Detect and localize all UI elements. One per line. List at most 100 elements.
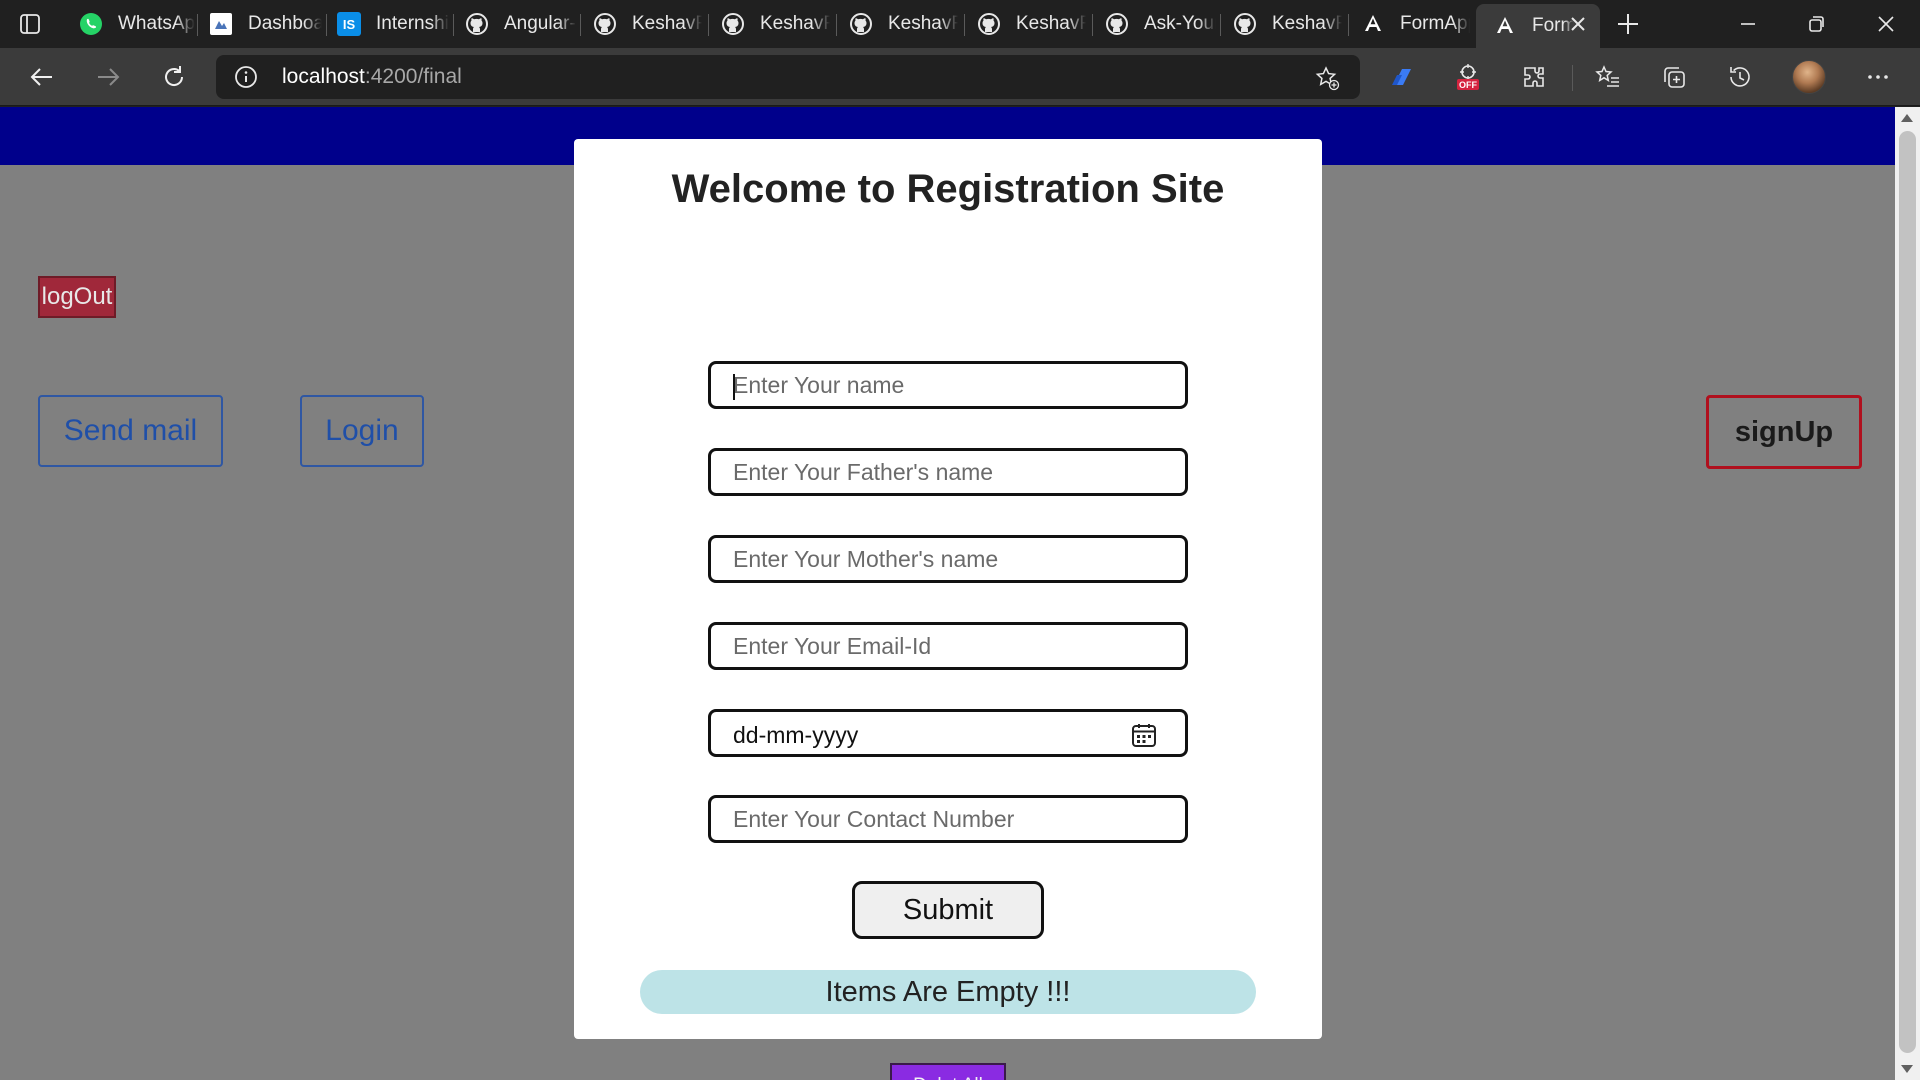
tab-divider xyxy=(964,14,965,36)
forward-arrow-icon[interactable] xyxy=(92,61,124,93)
tab-title: Angular- xyxy=(504,13,576,34)
tab-divider xyxy=(708,14,709,36)
refresh-icon[interactable] xyxy=(158,61,190,93)
profile-avatar[interactable] xyxy=(1792,60,1826,94)
browser-tab[interactable]: WhatsAp xyxy=(78,8,196,40)
minimize-icon[interactable] xyxy=(1734,10,1762,38)
tab-divider xyxy=(1092,14,1093,36)
empty-items-message: Items Are Empty !!! xyxy=(640,970,1256,1014)
tab-divider xyxy=(453,14,454,36)
internshala-icon: IS xyxy=(336,11,362,37)
mother-name-input[interactable] xyxy=(711,538,1185,580)
page-viewport: logOut Send mail Login signUp Welcome to… xyxy=(0,107,1895,1080)
dashboard-site-icon xyxy=(208,11,234,37)
email-input[interactable] xyxy=(711,625,1185,667)
registration-modal: Welcome to Registration Site dd-mm-yyyy … xyxy=(574,139,1322,1080)
github-icon xyxy=(464,11,490,37)
browser-tab[interactable]: Angular- xyxy=(464,8,580,40)
back-arrow-icon[interactable] xyxy=(26,61,58,93)
more-options-icon[interactable] xyxy=(1862,61,1894,93)
date-input-value: dd-mm-yyyy xyxy=(733,722,859,748)
github-icon xyxy=(1232,11,1258,37)
logout-button[interactable]: logOut xyxy=(38,276,116,318)
tab-title: Dashboa xyxy=(248,13,322,34)
browser-tab[interactable]: FormApp xyxy=(1360,8,1470,40)
browser-tab-bar: WhatsAp Dashboa IS Internshi Angular- Ke… xyxy=(0,0,1920,48)
tab-title: KeshavRu xyxy=(1272,13,1342,34)
favorites-icon[interactable] xyxy=(1592,61,1624,93)
angular-icon xyxy=(1492,13,1518,39)
browser-tab[interactable]: Dashboa xyxy=(208,8,322,40)
browser-tab[interactable]: Ask-Your xyxy=(1104,8,1216,40)
site-info-icon[interactable] xyxy=(234,65,258,89)
page-title: Welcome to Registration Site xyxy=(671,167,1225,211)
send-mail-button[interactable]: Send mail xyxy=(38,395,223,467)
url-text: localhost:4200/final xyxy=(282,65,462,89)
window-close-icon[interactable] xyxy=(1872,10,1900,38)
browser-tab[interactable]: IS Internshi xyxy=(336,8,452,40)
restore-icon[interactable] xyxy=(1802,10,1830,38)
github-icon xyxy=(976,11,1002,37)
tab-divider xyxy=(197,14,198,36)
submit-button[interactable]: Submit xyxy=(852,881,1044,939)
tab-title: Internshi xyxy=(376,13,449,34)
close-tab-icon[interactable] xyxy=(1566,12,1590,36)
copilot-extension-icon[interactable] xyxy=(1386,61,1418,93)
browser-tab[interactable]: KeshavRu xyxy=(848,8,958,40)
tab-title: FormApp xyxy=(1400,13,1470,34)
svg-text:IS: IS xyxy=(343,17,356,32)
name-input[interactable] xyxy=(711,364,1185,406)
tab-divider xyxy=(836,14,837,36)
tab-actions-icon[interactable] xyxy=(18,12,42,36)
browser-tab[interactable]: KeshavRu xyxy=(592,8,702,40)
tab-divider xyxy=(1220,14,1221,36)
adblock-off-icon[interactable]: OFF xyxy=(1452,61,1484,93)
tab-divider xyxy=(1348,14,1349,36)
browser-tab[interactable]: KeshavRu xyxy=(976,8,1086,40)
page-scrollbar[interactable] xyxy=(1895,107,1920,1080)
tab-title: KeshavRu xyxy=(760,13,830,34)
text-cursor xyxy=(733,374,735,400)
whatsapp-icon xyxy=(78,11,104,37)
scrollbar-thumb[interactable] xyxy=(1899,131,1916,1053)
browser-toolbar: localhost:4200/final OFF xyxy=(0,48,1920,106)
father-name-input[interactable] xyxy=(711,451,1185,493)
url-path: :4200/final xyxy=(364,65,462,88)
collections-icon[interactable] xyxy=(1658,61,1690,93)
url-host: localhost xyxy=(282,65,365,88)
github-icon xyxy=(848,11,874,37)
add-favorite-icon[interactable] xyxy=(1314,65,1340,91)
history-icon[interactable] xyxy=(1724,61,1756,93)
delete-all-button[interactable]: Delet All xyxy=(890,1063,1006,1080)
tab-title: KeshavRu xyxy=(1016,13,1086,34)
scroll-down-arrow-icon[interactable] xyxy=(1901,1065,1913,1073)
extensions-icon[interactable] xyxy=(1518,61,1550,93)
toolbar-divider xyxy=(1572,65,1573,91)
github-icon xyxy=(720,11,746,37)
github-icon xyxy=(592,11,618,37)
name-field[interactable] xyxy=(708,361,1188,409)
tab-title: KeshavRu xyxy=(632,13,702,34)
signup-button[interactable]: signUp xyxy=(1706,395,1862,469)
svg-text:OFF: OFF xyxy=(1459,80,1477,90)
tab-title: KeshavRu xyxy=(888,13,958,34)
tab-title: Ask-Your xyxy=(1144,13,1216,34)
father-name-field[interactable] xyxy=(708,448,1188,496)
browser-tab[interactable]: KeshavRu xyxy=(1232,8,1342,40)
email-field[interactable] xyxy=(708,622,1188,670)
tab-divider xyxy=(326,14,327,36)
contact-input[interactable] xyxy=(711,798,1185,840)
calendar-icon[interactable] xyxy=(1131,722,1157,748)
contact-field[interactable] xyxy=(708,795,1188,843)
scroll-up-arrow-icon[interactable] xyxy=(1901,114,1913,122)
date-field[interactable]: dd-mm-yyyy xyxy=(708,709,1188,757)
browser-tab[interactable]: KeshavRu xyxy=(720,8,830,40)
new-tab-icon[interactable] xyxy=(1614,10,1642,38)
mother-name-field[interactable] xyxy=(708,535,1188,583)
angular-icon xyxy=(1360,11,1386,37)
login-button[interactable]: Login xyxy=(300,395,424,467)
tab-title: WhatsAp xyxy=(118,13,196,34)
github-icon xyxy=(1104,11,1130,37)
tab-divider xyxy=(580,14,581,36)
address-bar[interactable]: localhost:4200/final xyxy=(216,55,1360,99)
